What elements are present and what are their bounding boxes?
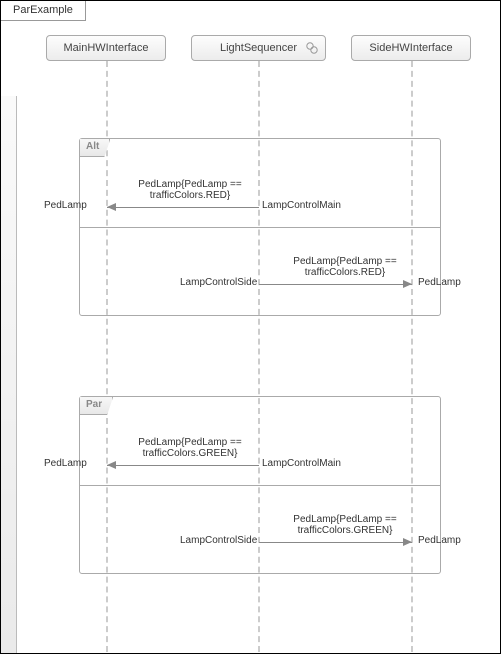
diagram-tab[interactable]: ParExample xyxy=(1,1,86,21)
message-arrow[interactable] xyxy=(107,465,259,466)
message-label: PedLamp{PedLamp == trafficColors.RED} xyxy=(275,256,415,278)
fragment-divider xyxy=(80,227,440,228)
message-from-role: LampControlSide xyxy=(180,277,257,288)
message-from-role: LampControlMain xyxy=(262,200,341,211)
message-to-role: PedLamp xyxy=(44,200,87,211)
message-to-role: PedLamp xyxy=(418,277,461,288)
message-arrow[interactable] xyxy=(259,542,412,543)
diagram-sidebar xyxy=(1,96,17,653)
message-to-role: PedLamp xyxy=(418,535,461,546)
lifeline-light-sequencer[interactable]: LightSequencer xyxy=(191,35,326,61)
lifeline-side-hw-interface[interactable]: SideHWInterface xyxy=(351,35,471,61)
message-arrow[interactable] xyxy=(259,284,412,285)
message-from-role: LampControlMain xyxy=(262,458,341,469)
diagram-canvas: ParExample MainHWInterface LightSequence… xyxy=(0,0,501,654)
fragment-operator-label: Par xyxy=(80,397,113,415)
message-arrow[interactable] xyxy=(107,207,259,208)
combined-fragment-alt[interactable]: Alt PedLamp{PedLamp == trafficColors.RED… xyxy=(79,138,441,316)
fragment-operator-label: Alt xyxy=(80,139,110,157)
component-icon xyxy=(305,41,319,55)
message-label: PedLamp{PedLamp == trafficColors.GREEN} xyxy=(120,437,260,459)
message-to-role: PedLamp xyxy=(44,458,87,469)
message-from-role: LampControlSide xyxy=(180,535,257,546)
message-label: PedLamp{PedLamp == trafficColors.GREEN} xyxy=(275,514,415,536)
lifeline-main-hw-interface[interactable]: MainHWInterface xyxy=(46,35,166,61)
fragment-divider xyxy=(80,485,440,486)
lifeline-label: LightSequencer xyxy=(220,42,297,54)
message-label: PedLamp{PedLamp == trafficColors.RED} xyxy=(120,179,260,201)
combined-fragment-par[interactable]: Par PedLamp{PedLamp == trafficColors.GRE… xyxy=(79,396,441,574)
